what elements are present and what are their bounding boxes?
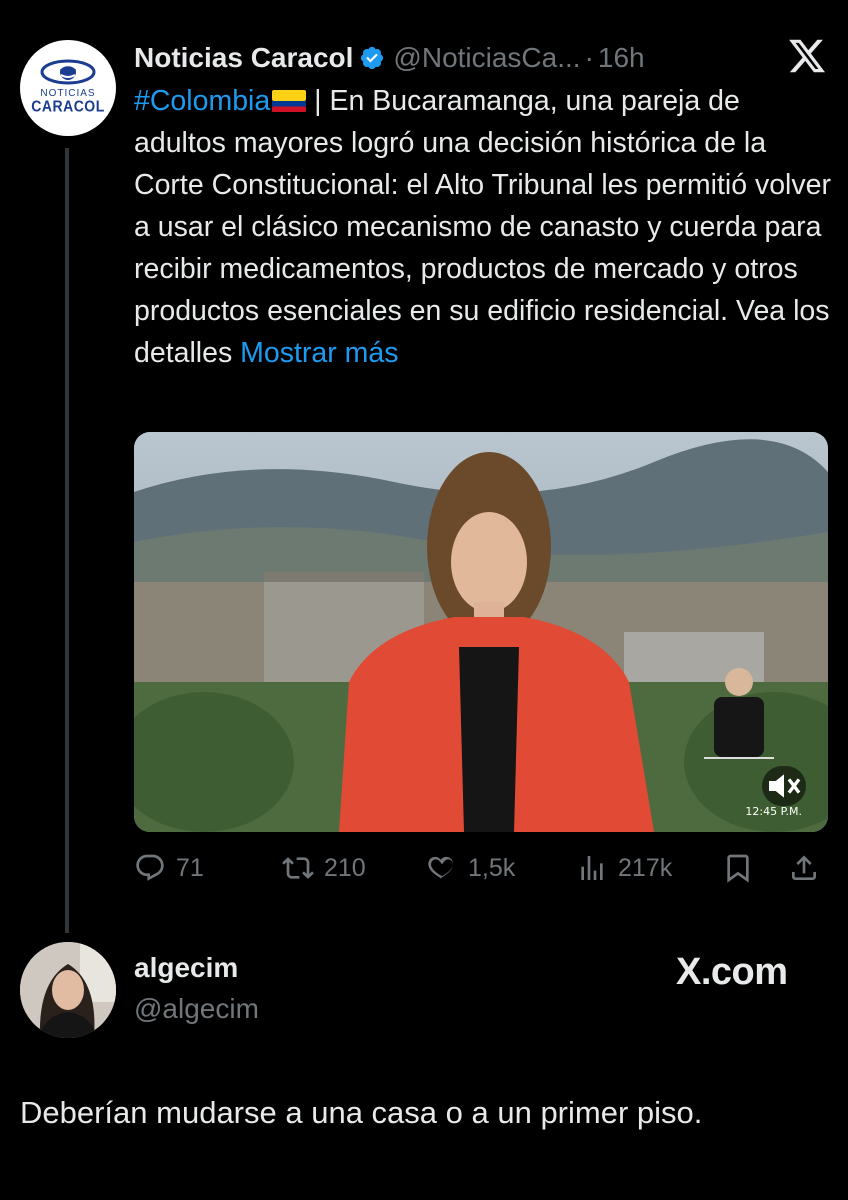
reply-author-handle[interactable]: @algecim: [134, 993, 259, 1025]
tweet-text: #Colombia | En Bucaramanga, una pareja d…: [134, 80, 834, 374]
thread-line: [65, 148, 69, 933]
reply-count: 71: [176, 853, 204, 882]
tweet-time[interactable]: 16h: [598, 42, 645, 74]
reply-button[interactable]: 71: [134, 845, 204, 891]
mute-icon: [769, 774, 801, 798]
reply-text: Deberían mudarse a una casa o a un prime…: [20, 1095, 703, 1130]
tweet-video[interactable]: 12:45 P.M.: [134, 432, 828, 832]
avatar-brand-bottom: CARACOL: [31, 96, 105, 116]
like-icon: [428, 856, 454, 879]
video-frame: [134, 432, 828, 832]
retweet-count: 210: [324, 853, 366, 882]
reply-author-avatar[interactable]: [20, 942, 116, 1038]
profile-photo: [20, 942, 116, 1038]
retweet-icon: [282, 857, 314, 879]
x-logo-icon: [789, 39, 826, 73]
views-count: 217k: [618, 853, 673, 882]
like-count: 1,5k: [468, 853, 516, 882]
share-icon: [792, 855, 816, 880]
views-button[interactable]: 217k: [576, 845, 672, 891]
separator-dot: ·: [584, 42, 594, 73]
verified-badge-icon: [361, 46, 384, 70]
tweet-actions: 71 210 1,5k 217k: [134, 845, 828, 891]
colombia-flag-icon: [272, 90, 307, 112]
caracol-logo-icon: [40, 59, 96, 85]
bookmark-icon: [727, 854, 749, 883]
author-handle[interactable]: @NoticiasCa...: [393, 42, 580, 74]
show-more-link[interactable]: Mostrar más: [240, 337, 398, 369]
bookmark-button[interactable]: [722, 845, 764, 891]
mute-button[interactable]: [762, 766, 806, 806]
views-icon: [581, 856, 603, 880]
like-button[interactable]: 1,5k: [426, 845, 515, 891]
share-button[interactable]: [788, 845, 830, 891]
reply-icon: [136, 854, 164, 881]
xcom-watermark: X.com: [676, 951, 788, 993]
retweet-button[interactable]: 210: [282, 845, 366, 891]
reply-author-name[interactable]: algecim: [134, 952, 238, 984]
tweet-header: Noticias Caracol @NoticiasCa... · 16h: [134, 38, 734, 78]
author-name[interactable]: Noticias Caracol: [134, 42, 353, 74]
media-timestamp: 12:45 P.M.: [745, 805, 802, 818]
hashtag-link[interactable]: #Colombia: [134, 85, 270, 117]
author-avatar[interactable]: NOTICIAS CARACOL: [20, 40, 116, 136]
tweet-body: | En Bucaramanga, una pareja de adultos …: [134, 85, 831, 369]
